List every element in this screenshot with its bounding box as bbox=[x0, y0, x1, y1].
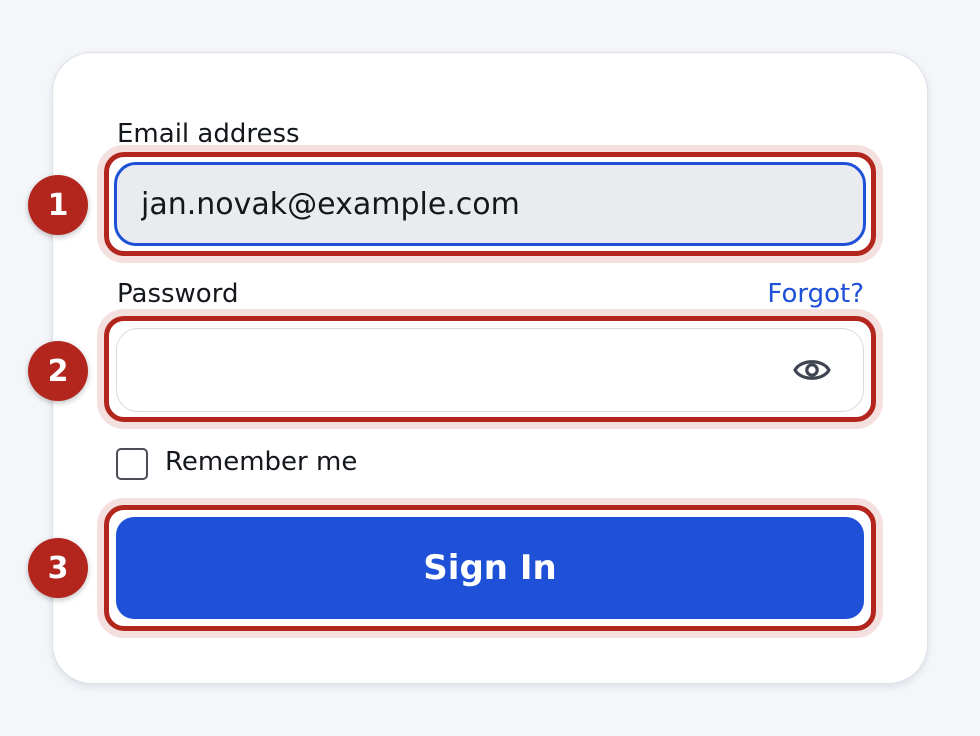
annotation-marker-1: 1 bbox=[28, 175, 88, 235]
password-label: Password bbox=[117, 279, 239, 309]
remember-me-label[interactable]: Remember me bbox=[165, 449, 357, 475]
eye-icon[interactable] bbox=[792, 352, 832, 388]
annotation-marker-3: 3 bbox=[28, 538, 88, 598]
sign-in-button[interactable]: Sign In bbox=[116, 517, 864, 619]
email-label: Email address bbox=[117, 119, 300, 149]
annotation-marker-2: 2 bbox=[28, 341, 88, 401]
remember-me-checkbox[interactable] bbox=[116, 448, 148, 480]
email-input[interactable] bbox=[114, 162, 866, 246]
forgot-password-link[interactable]: Forgot? bbox=[767, 281, 864, 307]
password-input[interactable] bbox=[116, 328, 864, 412]
